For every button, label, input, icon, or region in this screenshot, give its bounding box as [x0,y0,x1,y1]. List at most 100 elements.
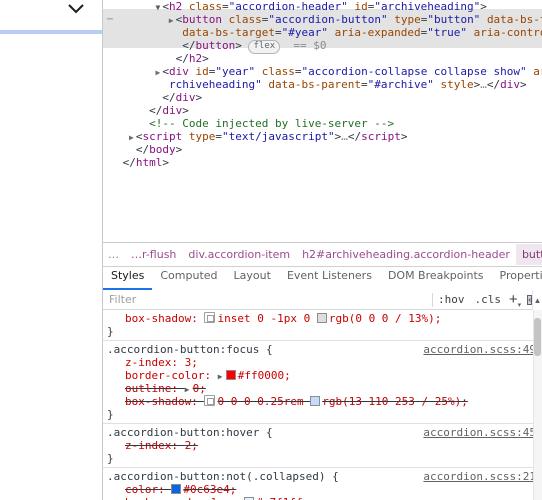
breadcrumb-overflow-left[interactable]: … [103,244,125,265]
color-swatch[interactable] [316,313,327,323]
dom-indent [107,78,160,91]
dom-token: "#archive" [367,78,434,91]
dom-token: h2 [188,52,203,65]
dom-token: </ [175,52,189,65]
css-property-value[interactable]: 3; [185,356,198,369]
dom-token: button [182,13,222,26]
css-selector[interactable]: .accordion-button:focus { [107,343,273,356]
css-declaration[interactable]: color: #0c63e4; [103,483,542,496]
dom-token: script [361,130,401,143]
css-property-name[interactable]: outline: [125,382,185,395]
breadcrumb[interactable]: … …r-flush div.accordion-item h2#archivehea… [103,243,542,267]
dom-token: = [361,78,368,91]
css-rule[interactable]: .accordion-button:not(.collapsed) { accor… [103,468,542,500]
css-property-value[interactable]: inset 0 -1px 0 rgb(0 0 0 / 13%); [204,312,441,325]
css-declaration[interactable]: z-index: 2; [103,439,542,452]
css-rule[interactable]: box-shadow: inset 0 -1px 0 rgb(0 0 0 / 1… [103,310,542,341]
css-property-name[interactable]: border-color: [125,369,218,382]
css-declaration[interactable]: z-index: 3; [103,356,542,369]
tab-properties[interactable]: Properties [492,267,542,290]
dom-line[interactable]: </body> [103,143,542,156]
styles-filter-toolbar[interactable]: :hov .cls + ▾ [103,290,542,310]
filter-input[interactable] [103,290,432,309]
box-shadow-swatch-icon[interactable] [204,312,216,323]
dom-line[interactable]: rchiveheading" data-bs-parent="#archive"… [103,78,542,91]
dom-token: > [182,104,189,117]
tab-computed[interactable]: Computed [152,267,225,290]
dom-line[interactable]: </button> flex == $0 [103,39,542,54]
dom-line[interactable]: ▶ <script type="text/javascript">…</scrip… [103,130,542,143]
dom-line[interactable]: data-bs-target="#year" aria-expanded="tr… [103,26,542,39]
css-declaration[interactable]: background-color: #e7f1ff; [103,496,542,500]
dom-token: "year" [215,65,256,78]
devtools-screenshot: ⋯ ▼ <h2 class="accordion-header" id="arch… [0,0,542,500]
css-origin-link[interactable]: accordion.scss:45 [423,426,536,439]
sidebar-tab-bar[interactable]: Styles Computed Layout Event Listeners DOM B… [103,267,542,291]
tab-event-listeners[interactable]: Event Listeners [279,267,380,290]
css-declaration[interactable]: box-shadow: inset 0 -1px 0 rgb(0 0 0 / 1… [103,312,542,325]
css-selector[interactable]: .accordion-button:hover { [107,426,273,439]
breadcrumb-item-0[interactable]: …r-flush [125,244,182,265]
css-property-value[interactable]: #e7f1ff; [244,496,309,500]
dom-line[interactable]: </html> [103,156,542,169]
expand-arrow-icon[interactable]: ▶ [218,370,226,383]
styles-scroll-up-arrow[interactable]: ▲ [532,290,542,310]
css-value-text: #0c63e4; [183,483,237,496]
dom-indent [107,143,127,156]
dom-token: data-bs-parent [268,78,362,91]
dom-token: > [175,143,183,156]
styles-scrollbar[interactable] [533,310,542,500]
css-rule-list: box-shadow: inset 0 -1px 0 rgb(0 0 0 / 1… [103,310,542,500]
styles-rules-pane[interactable]: box-shadow: inset 0 -1px 0 rgb(0 0 0 / 1… [103,310,542,500]
css-rule[interactable]: .accordion-button:focus { accordion.scss:… [103,341,542,424]
dom-line[interactable]: <!-- Code injected by live-server --> [103,117,542,130]
dom-tree[interactable]: ⋯ ▼ <h2 class="accordion-header" id="arch… [103,0,542,242]
css-origin-link[interactable]: accordion.scss:49 [423,343,536,356]
dom-line-list: ▼ <h2 class="accordion-header" id="archiv… [103,0,542,169]
color-swatch[interactable] [225,370,236,380]
dom-line[interactable]: ▼ <h2 class="accordion-header" id="archiv… [103,0,542,13]
css-property-value[interactable]: #ff0000; [225,369,291,382]
css-property-name[interactable]: box-shadow: [125,312,204,325]
breadcrumb-item-2[interactable]: h2#archiveheading.accordion-header [296,244,516,265]
dom-token [328,26,335,39]
css-declaration[interactable]: outline: ▶ 0; [103,382,542,395]
css-property-name[interactable]: background-color: [125,496,244,500]
dom-line[interactable]: </div> [103,104,542,117]
styles-scrollbar-thumb[interactable] [534,318,541,356]
dom-line[interactable]: ▶ <div id="year" class="accordion-collaps… [103,65,542,78]
css-declaration[interactable]: box-shadow: 0 0 0 0.25rem rgb(13 110 253… [103,395,542,408]
breadcrumb-item-1[interactable]: div.accordion-item [182,244,296,265]
dom-line[interactable]: ▶ <button class="accordion-button" type="… [103,13,542,26]
css-property-value[interactable]: 0; [193,382,206,395]
box-shadow-swatch-icon[interactable] [204,395,216,406]
dom-token: div [500,78,521,91]
css-property-value[interactable]: 2; [185,439,198,452]
css-selector[interactable]: .accordion-button:not(.collapsed) { [107,470,339,483]
dom-token: < [135,130,143,143]
tab-styles[interactable]: Styles [103,267,153,290]
dom-token: > [520,78,527,91]
css-property-name[interactable]: z-index: [125,356,185,369]
breadcrumb-item-3[interactable]: button.accordion-button [515,244,542,265]
color-swatch[interactable] [310,396,321,406]
css-origin-link[interactable]: accordion.scss:21 [423,470,536,483]
css-property-name[interactable]: box-shadow: [125,395,204,408]
plus-icon[interactable]: + ▾ [506,291,524,309]
css-declaration[interactable]: border-color: ▶ #ff0000; [103,369,542,382]
tab-layout[interactable]: Layout [226,267,279,290]
dom-token: data-bs-toggle [486,13,542,26]
css-property-name[interactable]: color: [125,483,171,496]
dom-token [222,13,229,26]
dom-indent [107,156,114,169]
css-property-value[interactable]: 0 0 0 0.25rem rgb(13 110 253 / 25%); [204,395,468,408]
dom-line[interactable]: </div> [103,91,542,104]
hov-button[interactable]: :hov [433,291,470,309]
css-rule[interactable]: .accordion-button:hover { accordion.scss:… [103,424,542,468]
cls-button[interactable]: .cls [470,291,507,309]
dom-line[interactable]: </h2> [103,52,542,65]
css-property-name[interactable]: z-index: [125,439,185,452]
tab-dom-breakpoints[interactable]: DOM Breakpoints [380,267,492,290]
css-property-value[interactable]: #0c63e4; [171,483,236,496]
color-swatch[interactable] [171,484,182,494]
